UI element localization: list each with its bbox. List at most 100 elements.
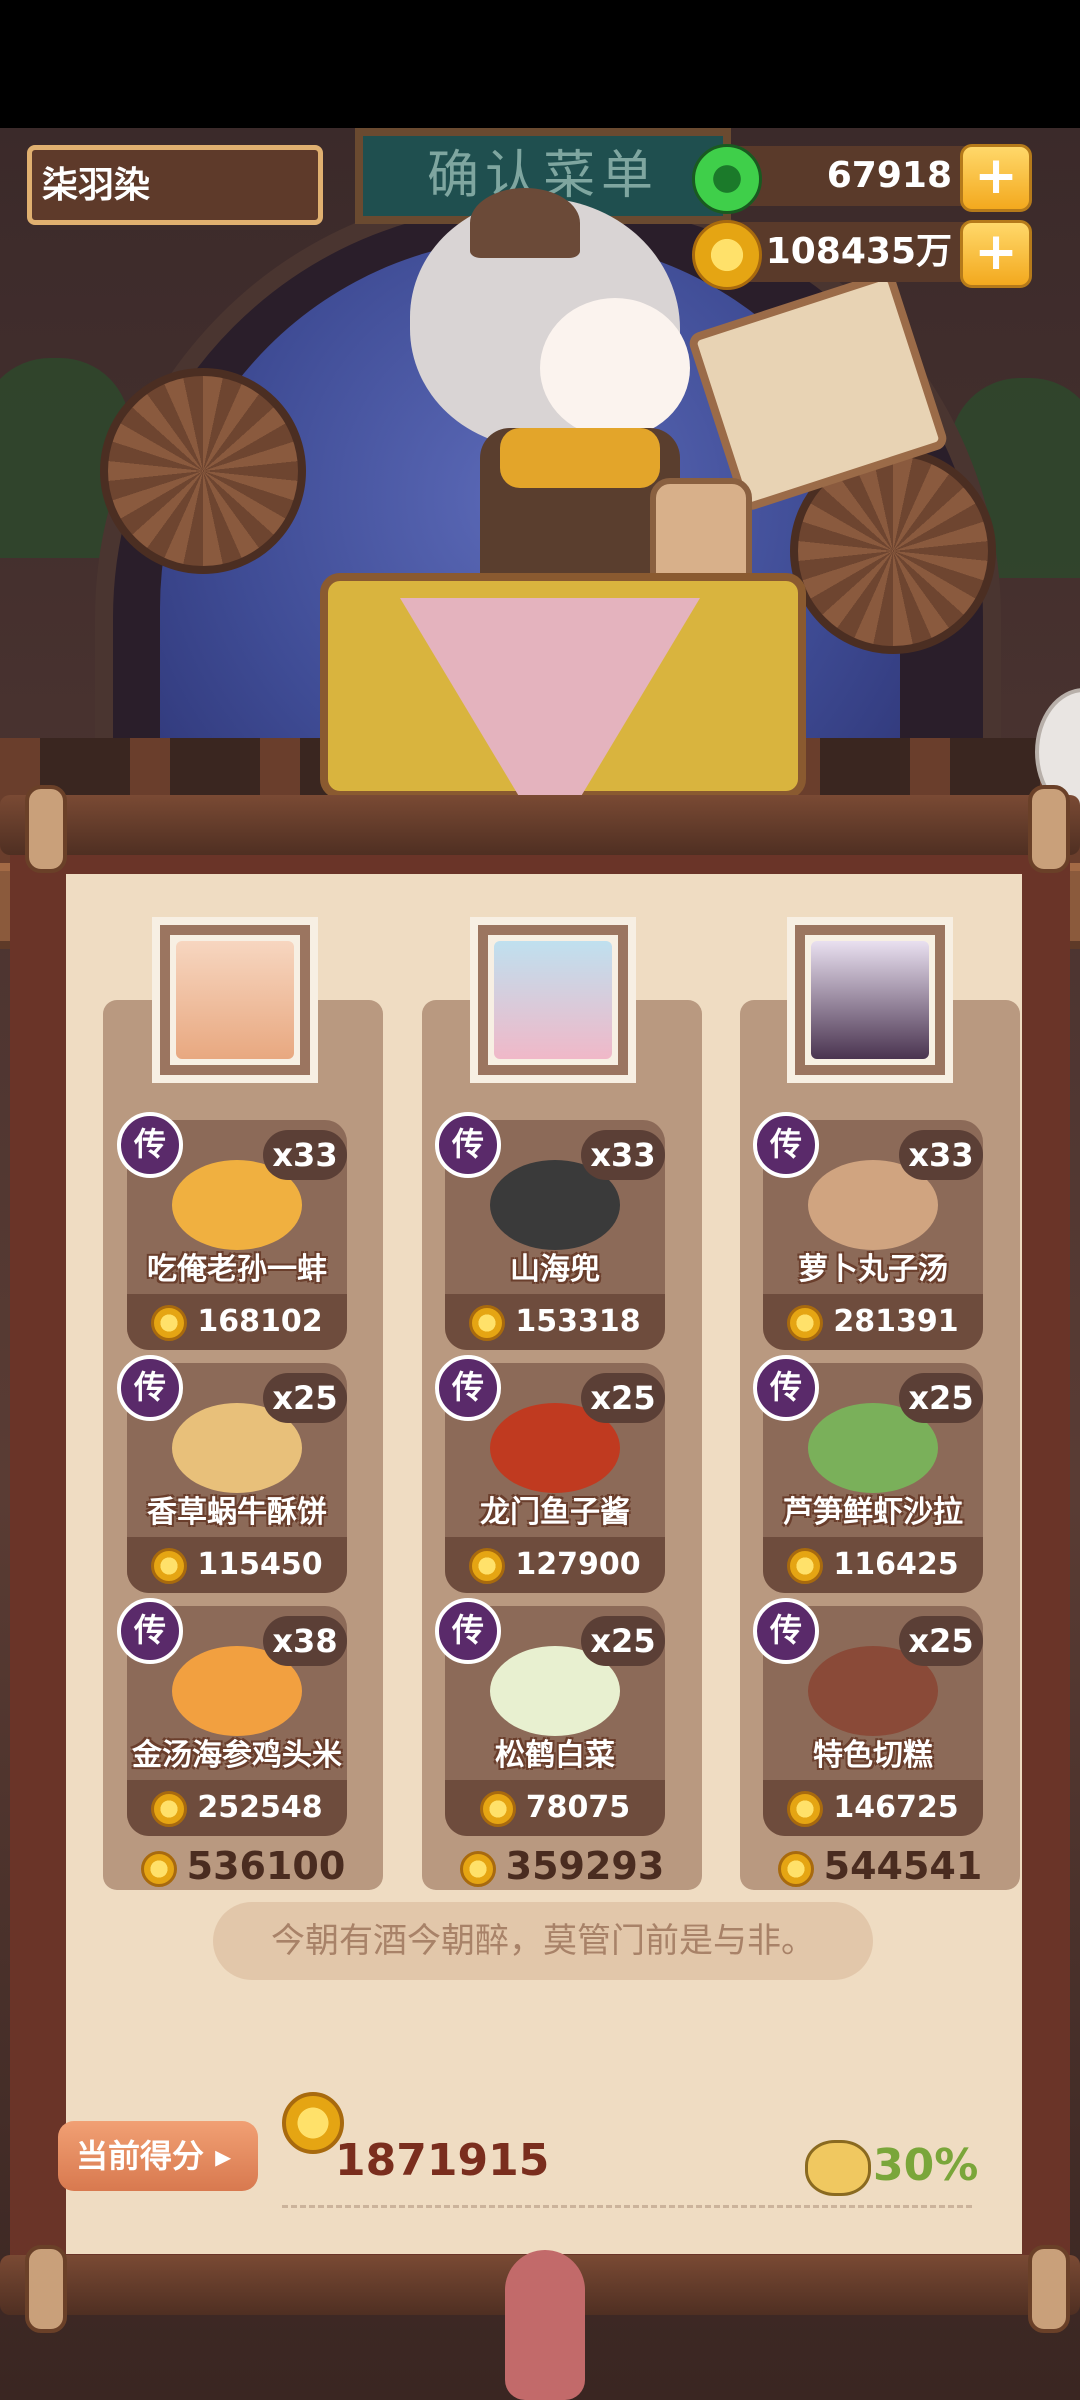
character-horn	[470, 188, 580, 258]
chef-portrait-1	[176, 941, 294, 1059]
add-coin-button[interactable]: +	[960, 220, 1032, 288]
bonus-bag-icon	[805, 2140, 871, 2196]
dish-card[interactable]: 传 x25 龙门鱼子酱 127900	[435, 1355, 665, 1593]
add-jade-label: +	[974, 146, 1018, 206]
add-coin-label: +	[974, 222, 1018, 282]
dish-name: 香草蜗牛酥饼	[147, 1495, 327, 1530]
column-3-total: 544541	[740, 1840, 1020, 1892]
column-2-total-value: 359293	[505, 1844, 665, 1888]
player-name: 柒羽染	[42, 165, 151, 206]
dish-card[interactable]: 传 x33 山海兜 153318	[435, 1112, 665, 1350]
dish-price: 146725	[763, 1780, 983, 1836]
quote-text: 今朝有酒今朝醉，莫管门前是与非。	[271, 1921, 815, 1961]
dish-price-value: 153318	[515, 1304, 641, 1339]
dish-price: 78075	[445, 1780, 665, 1836]
dish-count: x25	[899, 1373, 983, 1423]
dish-name: 特色切糕	[813, 1738, 933, 1773]
coin-icon	[787, 1547, 824, 1584]
legendary-badge: 传	[435, 1598, 501, 1664]
chef-avatar-2[interactable]	[478, 925, 628, 1075]
quote-bubble: 今朝有酒今朝醉，莫管门前是与非。	[213, 1902, 873, 1980]
dish-price-value: 116425	[833, 1547, 959, 1582]
column-1-total-value: 536100	[186, 1844, 346, 1888]
player-name-plate[interactable]: 柒羽染	[27, 145, 323, 225]
coin-icon	[469, 1547, 506, 1584]
scroll-cap-top-left	[25, 785, 67, 873]
dish-count: x38	[263, 1616, 347, 1666]
scroll-rod-top	[0, 795, 1080, 855]
dish-name: 吃俺老孙一蚌	[147, 1252, 327, 1287]
coin-icon	[151, 1304, 188, 1341]
dish-count: x25	[899, 1616, 983, 1666]
dish-card[interactable]: 传 x25 香草蜗牛酥饼 115450	[117, 1355, 347, 1593]
score-divider	[282, 2205, 972, 2208]
dish-count: x25	[581, 1373, 665, 1423]
dish-card[interactable]: 传 x25 芦笋鲜虾沙拉 116425	[753, 1355, 983, 1593]
dish-count: x25	[581, 1616, 665, 1666]
chef-avatar-1[interactable]	[160, 925, 310, 1075]
chef-portrait-3	[811, 941, 929, 1059]
legendary-badge: 传	[435, 1355, 501, 1421]
dish-card[interactable]: 传 x33 吃俺老孙一蚌 168102	[117, 1112, 347, 1350]
dish-count: x33	[899, 1130, 983, 1180]
dish-card[interactable]: 传 x38 金汤海参鸡头米 252548	[117, 1598, 347, 1836]
coin-icon	[151, 1547, 188, 1584]
coin-icon	[777, 1850, 814, 1887]
dish-price-value: 281391	[833, 1304, 959, 1339]
coin-icon	[692, 220, 762, 290]
dish-price-value: 168102	[197, 1304, 323, 1339]
dish-count: x33	[263, 1130, 347, 1180]
add-jade-button[interactable]: +	[960, 144, 1032, 212]
dish-count: x33	[581, 1130, 665, 1180]
coin-icon	[140, 1850, 177, 1887]
dish-price-value: 78075	[525, 1790, 631, 1825]
dish-price-value: 127900	[515, 1547, 641, 1582]
scroll-cap-bottom-left	[25, 2245, 67, 2333]
coin-icon	[151, 1790, 188, 1827]
dish-name: 芦笋鲜虾沙拉	[783, 1495, 963, 1530]
dish-price-value: 115450	[197, 1547, 323, 1582]
bonus-percentage: 30%	[873, 2140, 979, 2191]
dish-name: 龙门鱼子酱	[480, 1495, 630, 1530]
dish-price-value: 146725	[833, 1790, 959, 1825]
dish-price: 116425	[763, 1537, 983, 1593]
coin-icon	[459, 1850, 496, 1887]
legendary-badge: 传	[117, 1112, 183, 1178]
dish-name: 松鹤白菜	[495, 1738, 615, 1773]
dish-card[interactable]: 传 x25 松鹤白菜 78075	[435, 1598, 665, 1836]
column-1-total: 536100	[103, 1840, 383, 1892]
coin-icon	[469, 1304, 506, 1341]
legendary-badge: 传	[753, 1355, 819, 1421]
tassel-knot-decoration	[505, 2250, 585, 2400]
dish-price-value: 252548	[197, 1790, 323, 1825]
play-arrow-icon: ▸	[215, 2137, 232, 2175]
jade-amount: 67918	[826, 155, 952, 196]
coin-amount: 108435万	[765, 231, 952, 272]
chef-portrait-2	[494, 941, 612, 1059]
column-3-total-value: 544541	[823, 1844, 983, 1888]
dish-price: 127900	[445, 1537, 665, 1593]
coin-icon	[787, 1304, 824, 1341]
current-score-button[interactable]: 当前得分 ▸	[58, 2121, 258, 2191]
chef-avatar-3[interactable]	[795, 925, 945, 1075]
dish-price: 153318	[445, 1294, 665, 1350]
legendary-badge: 传	[435, 1112, 501, 1178]
jade-icon	[692, 144, 762, 214]
dish-name: 萝卜丸子汤	[798, 1252, 948, 1287]
dish-name: 金汤海参鸡头米	[132, 1738, 342, 1773]
legendary-badge: 传	[753, 1112, 819, 1178]
legendary-badge: 传	[117, 1355, 183, 1421]
coin-icon	[787, 1790, 824, 1827]
fan-icon-left	[100, 368, 306, 574]
dish-count: x25	[263, 1373, 347, 1423]
dish-name: 山海兜	[510, 1252, 600, 1287]
current-score-label: 当前得分	[76, 2137, 205, 2175]
legendary-badge: 传	[117, 1598, 183, 1664]
dish-price: 168102	[127, 1294, 347, 1350]
column-2-total: 359293	[422, 1840, 702, 1892]
dish-price: 115450	[127, 1537, 347, 1593]
dish-card[interactable]: 传 x25 特色切糕 146725	[753, 1598, 983, 1836]
dish-price: 252548	[127, 1780, 347, 1836]
dish-card[interactable]: 传 x33 萝卜丸子汤 281391	[753, 1112, 983, 1350]
dish-price: 281391	[763, 1294, 983, 1350]
